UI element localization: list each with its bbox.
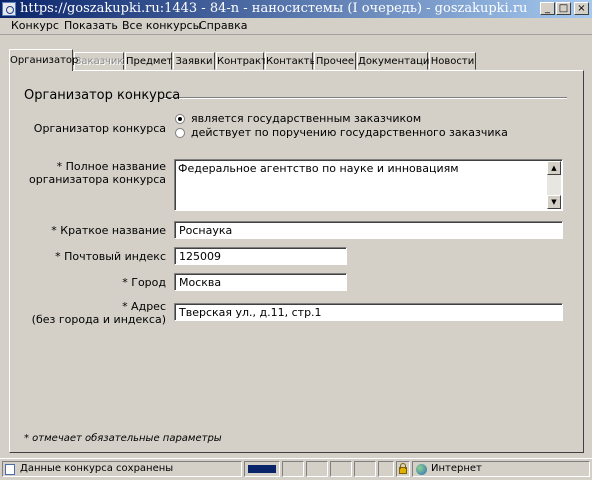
section-title: Организатор конкурса — [24, 88, 181, 103]
zone-label: Интернет — [431, 463, 482, 474]
progress-cell — [244, 461, 280, 477]
full-name-textarea[interactable]: Федеральное агентство по науке и инновац… — [174, 159, 563, 211]
city-label: * Город — [122, 276, 166, 289]
menu-konkurs[interactable]: Конкурс — [11, 19, 59, 33]
tab-applications[interactable]: Заявки — [173, 52, 215, 70]
maximize-button[interactable]: □ — [556, 2, 571, 15]
window-title-bar[interactable]: https://goszakupki.ru:1443 - 84-n - нано… — [0, 0, 592, 18]
tab-news[interactable]: Новости — [429, 52, 476, 70]
short-name-label: * Краткое название — [51, 224, 166, 237]
address-label-line2: (без города и индекса) — [31, 313, 166, 326]
city-input[interactable]: Москва — [174, 273, 347, 291]
minimize-button[interactable]: _ — [540, 2, 555, 15]
required-footnote: * отмечает обязательные параметры — [24, 433, 222, 444]
menu-vse-konkursy[interactable]: Все конкурсы — [122, 19, 201, 33]
scroll-down-icon[interactable]: ▼ — [547, 195, 561, 209]
tab-documentation[interactable]: Документация — [357, 52, 435, 70]
tab-other[interactable]: Прочее — [314, 52, 356, 70]
page-icon — [5, 464, 15, 475]
postal-code-input[interactable]: 125009 — [174, 247, 347, 265]
menu-spravka[interactable]: Справка — [199, 19, 247, 33]
radio-state-customer-label[interactable]: является государственным заказчиком — [191, 112, 421, 125]
tab-organizer[interactable]: Организатор — [9, 49, 78, 71]
full-name-value: Федеральное агентство по науке и инновац… — [178, 162, 459, 175]
menu-pokazat[interactable]: Показать — [64, 19, 118, 33]
short-name-input[interactable]: Роснаука — [174, 221, 563, 239]
browser-icon — [2, 2, 16, 16]
close-button[interactable]: × — [574, 2, 589, 15]
zone-cell: Интернет — [412, 461, 590, 477]
status-message: Данные конкурса сохранены — [20, 463, 174, 474]
radio-on-behalf-label[interactable]: действует по поручению государственного … — [191, 126, 508, 139]
globe-icon — [416, 464, 427, 475]
tab-customer: Заказчик — [74, 52, 124, 70]
status-message-cell: Данные конкурса сохранены — [2, 461, 242, 477]
tab-contacts[interactable]: Контакты — [265, 52, 317, 70]
scroll-up-icon[interactable]: ▲ — [547, 161, 561, 175]
full-name-scrollbar[interactable]: ▲ ▼ — [547, 161, 561, 209]
status-bar: Данные конкурса сохранены Интернет — [0, 458, 592, 480]
full-name-label: * Полное название — [56, 160, 166, 173]
security-cell — [396, 461, 410, 477]
organizer-type-label: Организатор конкурса — [33, 122, 166, 135]
full-name-label-line2: организатора конкурса — [28, 173, 166, 186]
address-label: * Адрес — [122, 300, 166, 313]
postal-code-label: * Почтовый индекс — [55, 250, 166, 263]
tab-subject[interactable]: Предмет — [125, 52, 172, 70]
menu-bar: Конкурс Показать Все конкурсы Справка — [0, 18, 592, 35]
tab-contract[interactable]: Контракт — [216, 52, 267, 70]
window-title: https://goszakupki.ru:1443 - 84-n - нано… — [20, 1, 532, 16]
radio-state-customer[interactable] — [175, 114, 185, 124]
progress-bar — [248, 465, 276, 473]
address-input[interactable]: Тверская ул., д.11, стр.1 — [174, 303, 563, 321]
radio-on-behalf[interactable] — [175, 128, 185, 138]
